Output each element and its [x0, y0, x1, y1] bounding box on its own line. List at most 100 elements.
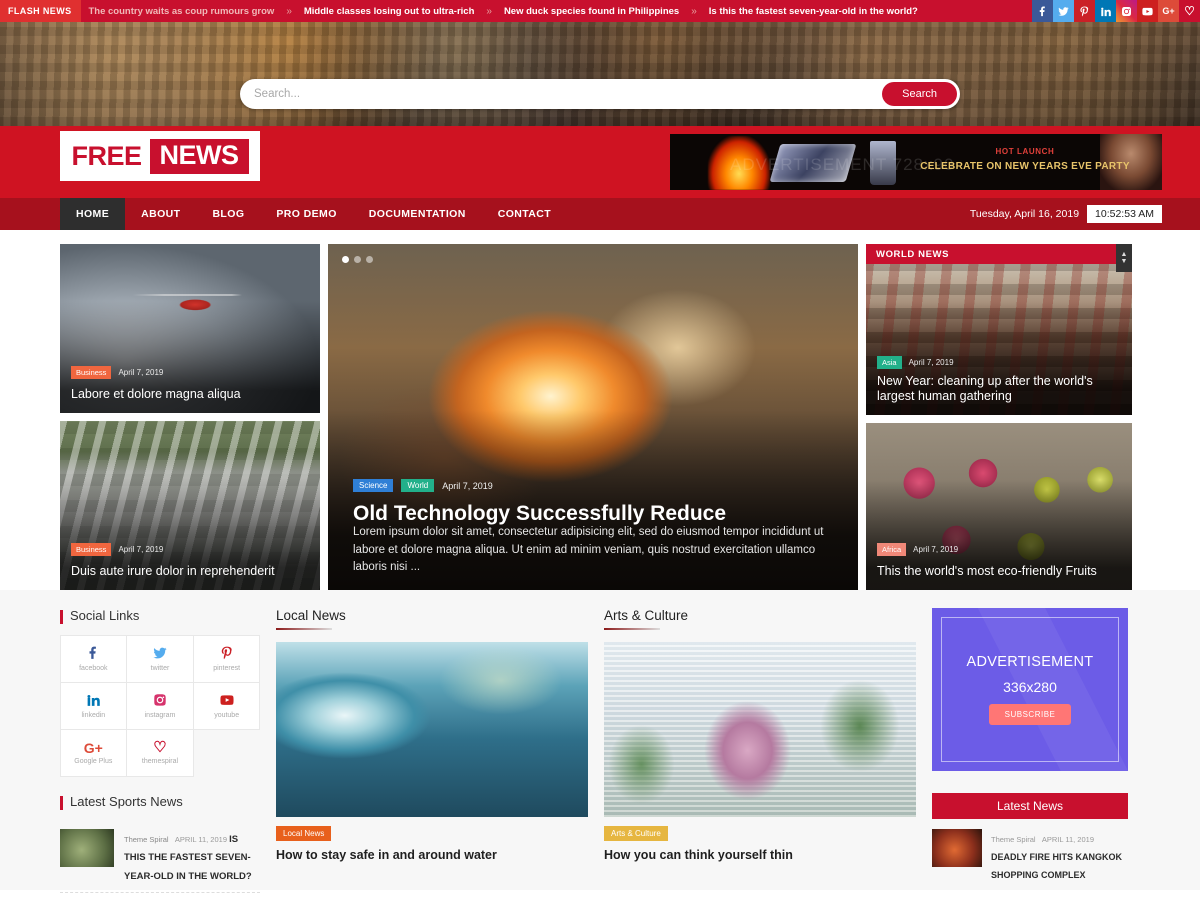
- post-image: [276, 642, 588, 817]
- sports-list-item[interactable]: Theme Spiral APRIL 11, 2019 IS THIS THE …: [60, 821, 260, 893]
- latest-news-item[interactable]: Theme Spiral APRIL 11, 2019 DEADLY FIRE …: [932, 819, 1128, 883]
- world-news-post-card[interactable]: Africa April 7, 2019 This the world's mo…: [866, 422, 1132, 590]
- post-title: New Year: cleaning up after the world's …: [877, 373, 1093, 404]
- main-navigation: HOME ABOUT BLOG PRO DEMO DOCUMENTATION C…: [0, 198, 1200, 230]
- flash-news-item[interactable]: Is this the fastest seven-year-old in th…: [709, 6, 918, 17]
- flash-news-item[interactable]: The country waits as coup rumours grow: [89, 6, 275, 17]
- nav-item-documentation[interactable]: DOCUMENTATION: [353, 198, 482, 230]
- post-meta: Asia April 7, 2019: [877, 355, 954, 369]
- youtube-icon[interactable]: [1137, 0, 1158, 22]
- chevron-separator-icon: »: [691, 5, 697, 17]
- local-news-post[interactable]: Local News How to stay safe in and aroun…: [276, 642, 588, 862]
- slider-dot[interactable]: [366, 256, 373, 263]
- world-news-header: WORLD NEWS: [866, 244, 1132, 264]
- post-date: APRIL 11, 2019: [174, 835, 227, 844]
- ad-title: ADVERTISEMENT: [966, 654, 1094, 670]
- post-date: April 7, 2019: [118, 368, 164, 377]
- category-badge[interactable]: Science: [353, 479, 394, 492]
- category-badge[interactable]: World: [401, 479, 435, 492]
- social-cell-label: twitter: [150, 664, 170, 672]
- social-cell-linkedin[interactable]: linkedin: [59, 681, 128, 730]
- slider-post-meta: Science World April 7, 2019: [353, 479, 493, 492]
- lower-content-area: Social Links facebook twitter pinterest …: [0, 590, 1200, 893]
- heart-icon[interactable]: ♡: [1179, 0, 1200, 22]
- social-cell-facebook[interactable]: facebook: [59, 634, 128, 683]
- featured-post-card[interactable]: Business April 7, 2019 Duis aute irure d…: [60, 421, 320, 590]
- post-date: APRIL 11, 2019: [1041, 835, 1094, 844]
- linkedin-icon[interactable]: [1095, 0, 1116, 22]
- right-sidebar: ADVERTISEMENT 336x280 SUBSCRIBE Latest N…: [932, 608, 1128, 890]
- ad-inner-frame: ADVERTISEMENT 336x280 SUBSCRIBE: [941, 617, 1119, 762]
- category-badge[interactable]: Local News: [276, 826, 332, 841]
- sports-list-item[interactable]: Theme Spiral APRIL 11, 2019: [60, 893, 260, 900]
- header-advertisement-banner[interactable]: ADVERTISEMENT 728x90 HOT LAUNCH CELEBRAT…: [670, 134, 1162, 190]
- slider-dot[interactable]: [354, 256, 361, 263]
- nav-item-pro-demo[interactable]: PRO DEMO: [260, 198, 352, 230]
- facebook-icon: [86, 646, 100, 662]
- chevron-separator-icon: »: [286, 5, 292, 17]
- instagram-icon[interactable]: [1116, 0, 1137, 22]
- post-author: Theme Spiral: [124, 835, 169, 844]
- pinterest-icon[interactable]: [1074, 0, 1095, 22]
- social-cell-twitter[interactable]: twitter: [126, 634, 194, 683]
- featured-slider[interactable]: Science World April 7, 2019 Old Technolo…: [328, 244, 858, 590]
- linkedin-icon: [86, 693, 101, 709]
- logo-text-free: FREE: [71, 140, 142, 171]
- nav-item-blog[interactable]: BLOG: [196, 198, 260, 230]
- nav-item-home[interactable]: HOME: [60, 198, 126, 230]
- left-sidebar: Social Links facebook twitter pinterest …: [59, 608, 261, 893]
- twitter-icon: [153, 646, 167, 662]
- social-links-grid: facebook twitter pinterest linkedin inst…: [59, 634, 261, 777]
- flash-news-item[interactable]: Middle classes losing out to ultra-rich: [304, 6, 475, 17]
- world-news-post-card[interactable]: WORLD NEWS ▲ ▼ Asia April 7, 2019 New Yea…: [866, 244, 1132, 415]
- local-news-section: Local News Local News How to stay safe i…: [276, 608, 588, 890]
- social-cell-themespiral[interactable]: ♡ themespiral: [126, 728, 194, 777]
- current-date: Tuesday, April 16, 2019: [969, 208, 1080, 220]
- post-date: April 7, 2019: [913, 545, 959, 554]
- sidebar-advertisement[interactable]: ADVERTISEMENT 336x280 SUBSCRIBE: [932, 608, 1128, 771]
- youtube-icon: [220, 693, 234, 709]
- ad-subheadline: CELEBRATE ON NEW YEARS EVE PARTY: [920, 161, 1130, 172]
- googleplus-icon[interactable]: G+: [1158, 0, 1179, 22]
- sports-widget-title: Latest Sports News: [60, 794, 260, 810]
- featured-post-card[interactable]: Business April 7, 2019 Labore et dolore …: [60, 244, 320, 413]
- latest-sports-news-widget: Latest Sports News Theme Spiral APRIL 11…: [60, 794, 260, 900]
- world-news-nav-arrows[interactable]: ▲ ▼: [1116, 244, 1132, 272]
- social-cell-googleplus[interactable]: G+ Google Plus: [59, 728, 128, 777]
- section-title-local-news: Local News: [276, 608, 588, 630]
- category-badge[interactable]: Business: [71, 366, 112, 379]
- slider-container: Science World April 7, 2019 Old Technolo…: [328, 244, 858, 590]
- twitter-icon[interactable]: [1053, 0, 1074, 22]
- search-button[interactable]: Search: [882, 82, 957, 106]
- post-thumbnail: [60, 829, 114, 867]
- site-logo[interactable]: FREE NEWS: [60, 131, 260, 181]
- search-input[interactable]: [240, 88, 883, 100]
- category-badge[interactable]: Asia: [877, 355, 902, 369]
- social-cell-label: linkedin: [81, 711, 106, 719]
- category-badge[interactable]: Africa: [877, 543, 907, 556]
- facebook-icon[interactable]: [1032, 0, 1053, 22]
- post-byline: Theme Spiral APRIL 11, 2019: [991, 835, 1094, 844]
- social-cell-youtube[interactable]: youtube: [192, 681, 261, 730]
- slider-dot[interactable]: [342, 256, 349, 263]
- ad-dimensions: 336x280: [1003, 679, 1057, 695]
- slider-post-excerpt: Lorem ipsum dolor sit amet, consectetur …: [353, 526, 824, 573]
- nav-item-about[interactable]: ABOUT: [125, 198, 196, 230]
- post-thumbnail: [932, 829, 982, 867]
- category-badge[interactable]: Arts & Culture: [604, 826, 668, 841]
- post-title: Duis aute irure dolor in reprehenderit: [71, 564, 275, 579]
- subscribe-button[interactable]: SUBSCRIBE: [988, 704, 1072, 725]
- arts-culture-post[interactable]: Arts & Culture How you can think yoursel…: [604, 642, 916, 862]
- category-badge[interactable]: Business: [71, 543, 112, 556]
- flash-news-item[interactable]: New duck species found in Philippines: [504, 6, 679, 17]
- top-social-links: G+ ♡: [1032, 0, 1200, 22]
- logo-text-news: NEWS: [149, 138, 249, 174]
- nav-item-contact[interactable]: CONTACT: [482, 198, 567, 230]
- social-cell-pinterest[interactable]: pinterest: [192, 634, 261, 683]
- social-cell-instagram[interactable]: instagram: [126, 681, 194, 730]
- post-meta: Business April 7, 2019: [71, 543, 163, 556]
- post-title: DEADLY FIRE HITS KANGKOK SHOPPING COMPLE…: [991, 852, 1123, 880]
- post-author: Theme Spiral: [991, 835, 1036, 844]
- slider-pagination-dots[interactable]: [342, 256, 373, 263]
- social-cell-label: instagram: [144, 711, 176, 719]
